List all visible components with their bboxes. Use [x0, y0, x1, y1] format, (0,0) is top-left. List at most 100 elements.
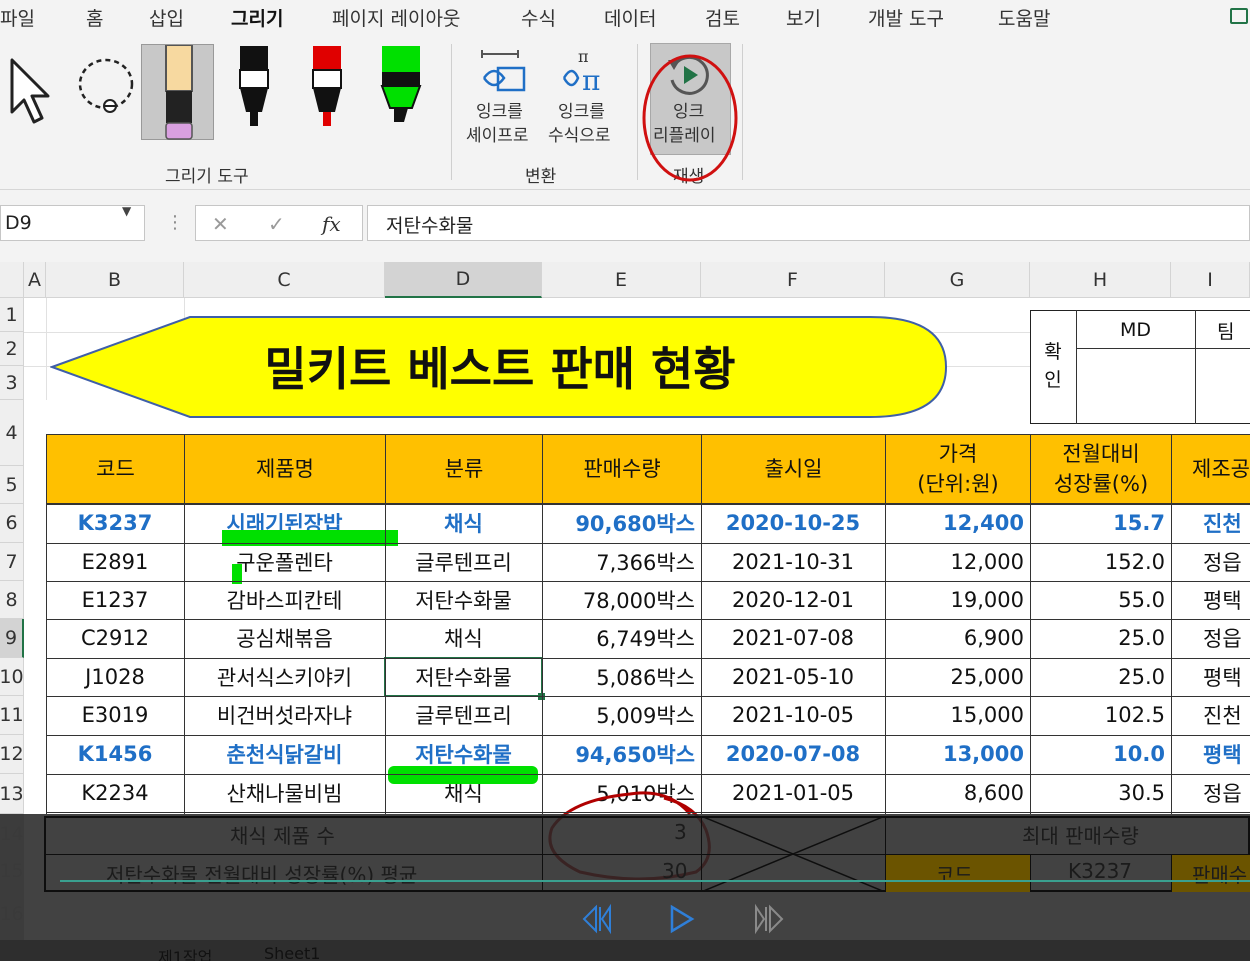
row-header-9[interactable]: 9	[0, 619, 24, 658]
tab-view[interactable]: 보기	[786, 4, 821, 31]
column-header-d[interactable]: D	[385, 262, 542, 298]
select-cursor-icon[interactable]	[8, 56, 56, 126]
cell-name[interactable]: 산채나물비빔	[184, 774, 385, 812]
tab-developer[interactable]: 개발 도구	[868, 4, 944, 31]
cell-growth[interactable]: 10.0	[1030, 735, 1171, 773]
row-header-1[interactable]: 1	[0, 298, 24, 332]
cell-maker[interactable]: 진천	[1171, 696, 1250, 734]
cell-date[interactable]: 2021-05-10	[701, 658, 885, 696]
cell-qty[interactable]: 7,366박스	[542, 543, 701, 581]
row-header-6[interactable]: 6	[0, 504, 24, 543]
cell-qty[interactable]: 6,749박스	[542, 619, 701, 657]
cell-date[interactable]: 2021-10-31	[701, 543, 885, 581]
black-pen-icon[interactable]	[232, 46, 276, 142]
column-header-c[interactable]: C	[184, 262, 385, 298]
column-header-b[interactable]: B	[46, 262, 184, 298]
cell-date[interactable]: 2021-01-05	[701, 774, 885, 812]
tab-file[interactable]: 파일	[0, 4, 35, 31]
red-pen-icon[interactable]	[305, 46, 349, 142]
cell-growth[interactable]: 30.5	[1030, 774, 1171, 812]
cancel-icon[interactable]: ✕	[212, 212, 229, 236]
cell-code[interactable]: C2912	[46, 619, 184, 657]
column-header-a[interactable]: A	[24, 262, 46, 298]
chevron-down-icon[interactable]: ▼	[122, 204, 131, 218]
cell-name[interactable]: 감바스피칸테	[184, 581, 385, 619]
cell-cat[interactable]: 글루텐프리	[385, 543, 542, 581]
cell-price[interactable]: 19,000	[885, 581, 1030, 619]
row-header-7[interactable]: 7	[0, 543, 24, 581]
cell-name[interactable]: 관서식스키야키	[184, 658, 385, 696]
cell-qty[interactable]: 5,009박스	[542, 696, 701, 734]
tab-data[interactable]: 데이터	[604, 4, 656, 31]
ink-to-shape-icon[interactable]	[478, 50, 528, 96]
cell-cat[interactable]: 글루텐프리	[385, 696, 542, 734]
cell-code[interactable]: E2891	[46, 543, 184, 581]
replay-play-icon[interactable]	[668, 903, 696, 935]
row-header-8[interactable]: 8	[0, 581, 24, 619]
cell-price[interactable]: 6,900	[885, 619, 1030, 657]
replay-forward-icon[interactable]	[752, 903, 784, 935]
cell-growth[interactable]: 25.0	[1030, 619, 1171, 657]
cell-code[interactable]: K2234	[46, 774, 184, 812]
cell-growth[interactable]: 102.5	[1030, 696, 1171, 734]
cell-date[interactable]: 2020-10-25	[701, 504, 885, 542]
cell-qty[interactable]: 78,000박스	[542, 581, 701, 619]
cell-price[interactable]: 13,000	[885, 735, 1030, 773]
cell-qty[interactable]: 90,680박스	[542, 504, 701, 542]
row-header-11[interactable]: 11	[0, 696, 24, 735]
cell-qty[interactable]: 5,086박스	[542, 658, 701, 696]
tab-insert[interactable]: 삽입	[149, 4, 184, 31]
cell-code[interactable]: J1028	[46, 658, 184, 696]
sheet-tab-sheet1[interactable]: Sheet1	[264, 944, 320, 961]
row-header-3[interactable]: 3	[0, 366, 24, 400]
replay-rewind-icon[interactable]	[582, 903, 614, 935]
formula-input[interactable]: 저탄수화물	[367, 205, 1250, 241]
insert-function-icon[interactable]: fx	[322, 212, 341, 236]
cell-maker[interactable]: 평택	[1171, 735, 1250, 773]
column-header-g[interactable]: G	[885, 262, 1030, 298]
column-header-f[interactable]: F	[701, 262, 885, 298]
cell-growth[interactable]: 55.0	[1030, 581, 1171, 619]
cell-code[interactable]: K3237	[46, 504, 184, 542]
cell-code[interactable]: K1456	[46, 735, 184, 773]
cell-price[interactable]: 25,000	[885, 658, 1030, 696]
cell-name[interactable]: 비건버섯라자냐	[184, 696, 385, 734]
green-highlighter-icon[interactable]	[376, 46, 426, 142]
cell-date[interactable]: 2020-12-01	[701, 581, 885, 619]
tab-review[interactable]: 검토	[705, 4, 740, 31]
select-all-corner[interactable]	[0, 262, 24, 298]
row-header-13[interactable]: 13	[0, 774, 24, 814]
cell-qty[interactable]: 94,650박스	[542, 735, 701, 773]
selected-cell-d9[interactable]	[384, 657, 543, 697]
eraser-tool[interactable]	[141, 44, 214, 140]
cell-name[interactable]: 춘천식닭갈비	[184, 735, 385, 773]
cell-growth[interactable]: 152.0	[1030, 543, 1171, 581]
cell-maker[interactable]: 진천	[1171, 504, 1250, 542]
cell-date[interactable]: 2021-10-05	[701, 696, 885, 734]
tab-page-layout[interactable]: 페이지 레이아웃	[332, 4, 460, 31]
row-header-12[interactable]: 12	[0, 735, 24, 774]
cell-price[interactable]: 12,000	[885, 543, 1030, 581]
ink-to-math-icon[interactable]: π π	[560, 48, 614, 98]
cell-cat[interactable]: 채식	[385, 619, 542, 657]
cell-code[interactable]: E3019	[46, 696, 184, 734]
enter-icon[interactable]: ✓	[268, 212, 285, 236]
cell-maker[interactable]: 평택	[1171, 581, 1250, 619]
tab-draw[interactable]: 그리기	[231, 4, 284, 39]
cell-cat[interactable]: 저탄수화물	[385, 581, 542, 619]
cell-date[interactable]: 2021-07-08	[701, 619, 885, 657]
tab-formulas[interactable]: 수식	[521, 4, 556, 31]
tab-home[interactable]: 홈	[86, 4, 103, 31]
column-header-i[interactable]: I	[1171, 262, 1250, 298]
sheet-tab-active[interactable]: 제1작업	[158, 944, 212, 961]
row-header-10[interactable]: 10	[0, 658, 24, 696]
cell-maker[interactable]: 정읍	[1171, 543, 1250, 581]
row-header-5[interactable]: 5	[0, 466, 24, 504]
cell-code[interactable]: E1237	[46, 581, 184, 619]
cell-name[interactable]: 공심채볶음	[184, 619, 385, 657]
tab-help[interactable]: 도움말	[998, 4, 1050, 31]
cell-maker[interactable]: 정읍	[1171, 774, 1250, 812]
column-header-h[interactable]: H	[1030, 262, 1171, 298]
column-header-e[interactable]: E	[542, 262, 701, 298]
cell-price[interactable]: 12,400	[885, 504, 1030, 542]
